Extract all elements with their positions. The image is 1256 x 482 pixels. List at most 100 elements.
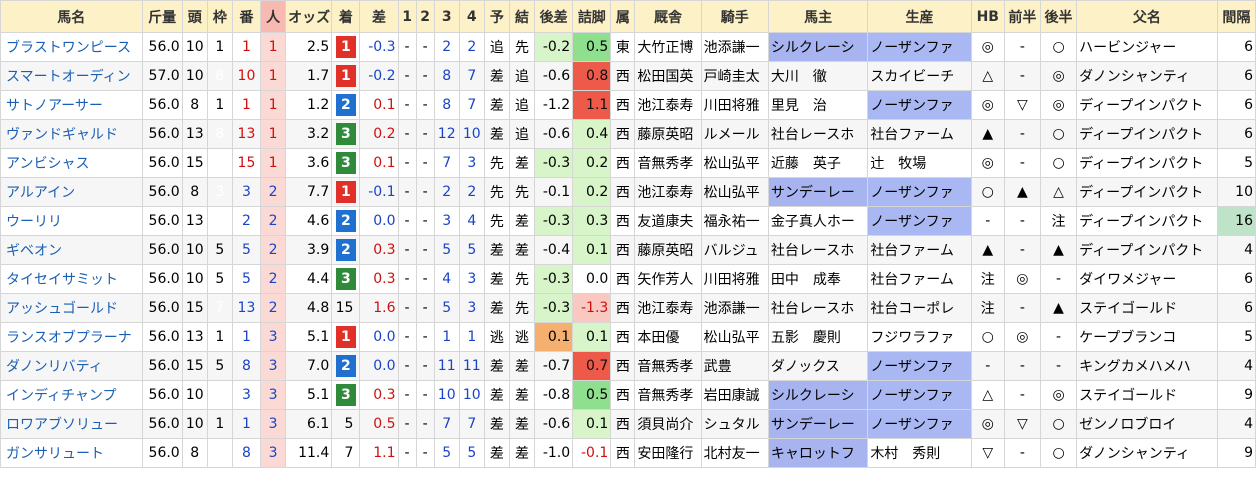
- table-row[interactable]: ランスオブプラーナ 56.0 13 1 1 3 5.1 1 0.0- -1 1 逃逃 0.1 0.1 西本田…: [0, 322, 1256, 352]
- table-row[interactable]: ヴァンドギャルド 56.0 13 8 13 1 3.2 3 0.2- -12 10 差追 -0.6 0.4…: [0, 119, 1256, 149]
- table-row[interactable]: ギベオン 56.0 10 5 5 2 3.9 2 0.3- -5 5 差差 -0.4 0.1 西藤原英昭 バル…: [0, 235, 1256, 265]
- table-row[interactable]: インディチャンプ 56.0 10 3 3 3 5.1 3 0.3- -10 10 差差 -0.8 0.5 西…: [0, 380, 1256, 410]
- cell-c2: -: [415, 293, 435, 323]
- cell-zen: -: [1003, 61, 1041, 91]
- cell-banushi: ダノックス: [767, 351, 869, 381]
- cell-name[interactable]: ランスオブプラーナ: [0, 322, 143, 352]
- table-row[interactable]: ブラストワンピース 56.0 10 1 1 1 2.5 1 -0.3- -2 2 追先 -0.2 0.5 東…: [0, 32, 1256, 62]
- column-header[interactable]: 差: [359, 0, 399, 33]
- table-row[interactable]: スマートオーディン 57.0 10 8 10 1 1.7 1 -0.2- -8 7 差追 -0.6 0.8…: [0, 61, 1256, 91]
- cell-hb: ◎: [970, 148, 1005, 178]
- cell-banushi: 社台レースホ: [767, 293, 869, 323]
- cell-ban: 13: [231, 293, 262, 323]
- table-row[interactable]: ガンサリュート 56.0 8 8 8 3 11.4 7 1.1- -5 5 差差 -1.0 -0.1 西安田…: [0, 438, 1256, 468]
- table-row[interactable]: アッシュゴールド 56.0 15 7 13 2 4.8 15 1.6- -5 3 差先 -0.3 -1.3…: [0, 293, 1256, 323]
- cell-c4: 2: [458, 32, 485, 62]
- cell-kishu: シュタル: [700, 409, 769, 439]
- cell-c2: -: [415, 351, 435, 381]
- cell-name[interactable]: ロワアブソリュー: [0, 409, 143, 439]
- finish-badge: 3: [335, 268, 356, 290]
- table-row[interactable]: ロワアブソリュー 56.0 10 1 1 3 6.1 5 0.5- -7 7 差差 -0.6 0.1 西須貝…: [0, 409, 1256, 439]
- column-header[interactable]: HB: [970, 0, 1005, 33]
- table-row[interactable]: タイセイサミット 56.0 10 5 5 2 4.4 3 0.3- -4 3 差先 -0.3 0.0 西矢作…: [0, 264, 1256, 294]
- column-header[interactable]: 着: [331, 0, 361, 33]
- column-header[interactable]: 馬主: [767, 0, 869, 33]
- cell-name[interactable]: アルアイン: [0, 177, 143, 207]
- column-header[interactable]: 厩舎: [634, 0, 702, 33]
- column-header[interactable]: オッズ: [285, 0, 333, 33]
- column-header[interactable]: 番: [231, 0, 262, 33]
- cell-kyusha: 安田隆行: [634, 438, 702, 468]
- cell-kyusha: 池江泰寿: [634, 90, 702, 120]
- cell-c3: 8: [433, 90, 460, 120]
- column-header[interactable]: 1: [397, 0, 417, 33]
- column-header[interactable]: 前半: [1003, 0, 1041, 33]
- cell-hb: 注: [970, 293, 1005, 323]
- table-row[interactable]: ウーリリ 56.0 13 2 2 2 4.6 2 0.0- -3 4 先差 -0.3 0.3 西友道康夫 福永…: [0, 206, 1256, 236]
- cell-name[interactable]: ウーリリ: [0, 206, 143, 236]
- column-header[interactable]: 生産: [867, 0, 972, 33]
- cell-zen: ◎: [1003, 264, 1041, 294]
- cell-name[interactable]: タイセイサミット: [0, 264, 143, 294]
- cell-sa: 1.6: [359, 293, 399, 323]
- column-header[interactable]: 3: [433, 0, 460, 33]
- column-header[interactable]: 頭: [181, 0, 208, 33]
- column-header[interactable]: 人: [260, 0, 287, 33]
- table-row[interactable]: ダノンリバティ 56.0 15 5 8 3 7.0 2 0.0- -11 11 差差 -0.7 0.7 西音…: [0, 351, 1256, 381]
- cell-yo: 差: [483, 119, 510, 149]
- table-row[interactable]: サトノアーサー 56.0 8 1 1 1 1.2 2 0.1- -8 7 差追 -1.2 1.1 西池江泰寿…: [0, 90, 1256, 120]
- cell-chaku: 1: [331, 177, 361, 207]
- cell-zen: -: [1003, 235, 1041, 265]
- cell-name[interactable]: インディチャンプ: [0, 380, 143, 410]
- column-header[interactable]: 馬名: [0, 0, 143, 33]
- cell-yo: 差: [483, 438, 510, 468]
- column-header[interactable]: 結: [508, 0, 536, 33]
- cell-name[interactable]: サトノアーサー: [0, 90, 143, 120]
- cell-name[interactable]: ヴァンドギャルド: [0, 119, 143, 149]
- cell-c4: 11: [458, 351, 485, 381]
- cell-kou: ○: [1039, 32, 1078, 62]
- column-header[interactable]: 枠: [206, 0, 233, 33]
- column-header[interactable]: 後半: [1039, 0, 1078, 33]
- cell-zen: ▽: [1003, 90, 1041, 120]
- cell-chichi: ダイワメジャー: [1076, 264, 1218, 294]
- cell-name[interactable]: ダノンリバティ: [0, 351, 143, 381]
- column-header[interactable]: 4: [458, 0, 485, 33]
- finish-badge: 2: [335, 239, 356, 261]
- race-results-table: 馬名 斤量頭枠番人オッズ着差 1 2 3 4 予結後差 詰脚属厩舎 騎手 馬主 生産 HB 前半 後半 父名…: [0, 0, 1256, 468]
- cell-to: 15: [181, 293, 208, 323]
- cell-chichi: ディープインパクト: [1076, 119, 1218, 149]
- column-header[interactable]: 後差: [534, 0, 574, 33]
- table-row[interactable]: アンビシャス 56.0 15 8 15 1 3.6 3 0.1- -7 3 先差 -0.3 0.2 西音無秀…: [0, 148, 1256, 178]
- column-header[interactable]: 予: [483, 0, 510, 33]
- column-header[interactable]: 父名: [1076, 0, 1218, 33]
- cell-name[interactable]: ガンサリュート: [0, 438, 143, 468]
- column-header[interactable]: 間隔: [1216, 0, 1256, 33]
- cell-kyusha: 須貝尚介: [634, 409, 702, 439]
- cell-c4: 3: [458, 293, 485, 323]
- cell-kou: ◎: [1039, 380, 1078, 410]
- column-header[interactable]: 詰脚: [572, 0, 612, 33]
- cell-chichi: キングカメハメハ: [1076, 351, 1218, 381]
- cell-name[interactable]: ギベオン: [0, 235, 143, 265]
- cell-name[interactable]: スマートオーディン: [0, 61, 143, 91]
- cell-to: 10: [181, 264, 208, 294]
- cell-odds: 4.4: [285, 264, 333, 294]
- cell-waku: 2: [206, 206, 233, 236]
- table-row[interactable]: アルアイン 56.0 8 3 3 2 7.7 1 -0.1- -2 2 先先 -0.1 0.2 西池江泰寿松…: [0, 177, 1256, 207]
- column-header[interactable]: 斤量: [141, 0, 183, 33]
- cell-name[interactable]: ブラストワンピース: [0, 32, 143, 62]
- cell-kou: ◎: [1039, 90, 1078, 120]
- cell-sa: 0.3: [359, 264, 399, 294]
- cell-chichi: ディープインパクト: [1076, 90, 1218, 120]
- cell-yo: 差: [483, 264, 510, 294]
- column-header[interactable]: 2: [415, 0, 435, 33]
- column-header[interactable]: 騎手: [700, 0, 769, 33]
- cell-name[interactable]: アンビシャス: [0, 148, 143, 178]
- column-header[interactable]: 属: [610, 0, 636, 33]
- cell-odds: 11.4: [285, 438, 333, 468]
- cell-seisan: 木村 秀則: [867, 438, 972, 468]
- cell-ketsu: 先: [508, 177, 536, 207]
- cell-name[interactable]: アッシュゴールド: [0, 293, 143, 323]
- cell-banushi: 近藤 英子: [767, 148, 869, 178]
